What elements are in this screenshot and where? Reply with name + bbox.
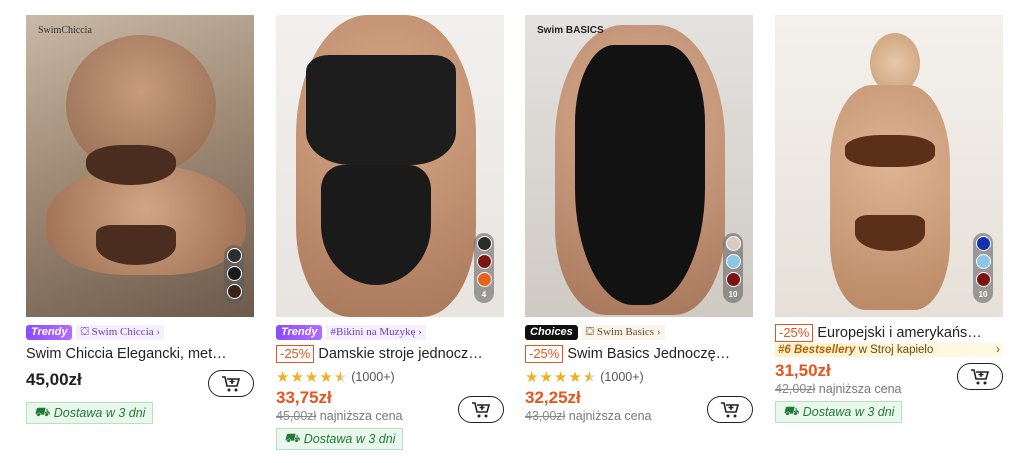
color-swatch[interactable] xyxy=(975,272,991,287)
product-title[interactable]: Swim Basics Jednoczę… xyxy=(567,346,730,362)
star-half-icon: ★ xyxy=(333,368,348,386)
lowest-price-label: najniższa cena xyxy=(568,409,652,423)
delivery-badge: ⛟ Dostawa w 3 dni xyxy=(26,402,154,424)
price: 45,00zł xyxy=(26,370,82,389)
lowest-price-label: najniższa cena xyxy=(319,409,403,423)
rating: ★ ★ ★ ★ ★ (1000+) xyxy=(525,369,753,385)
discount-badge: -25% xyxy=(525,345,564,363)
color-swatch[interactable] xyxy=(476,236,492,251)
star-icon: ★ xyxy=(319,368,333,386)
store-link[interactable]: #Bikini na Muzykę › xyxy=(326,325,426,340)
old-price-row: 42,00zł najniższa cena xyxy=(775,382,902,396)
rating-count: (1000+) xyxy=(600,370,644,384)
delivery-badge: ⛟ Dostawa w 3 dni xyxy=(276,428,404,450)
image-brand-text: Swim BASICS xyxy=(537,25,604,36)
color-swatch[interactable] xyxy=(725,236,741,251)
add-to-cart-icon xyxy=(721,401,740,417)
add-to-cart-button[interactable] xyxy=(707,396,753,423)
color-swatch[interactable] xyxy=(226,248,242,263)
swatch-count: 4 xyxy=(481,290,487,299)
product-card[interactable]: Swim BASICS 10 Choices ⛋ Swim Basics › -… xyxy=(525,15,753,423)
add-to-cart-button[interactable] xyxy=(208,370,254,397)
color-swatch[interactable] xyxy=(725,272,741,287)
product-title[interactable]: Europejski i amerykańs… xyxy=(817,325,981,341)
star-half-icon: ★ xyxy=(582,368,597,386)
color-swatch[interactable] xyxy=(476,254,492,269)
color-swatch[interactable] xyxy=(975,254,991,269)
bestseller-banner[interactable]: #6 Bestsellery w Stroj kapielo › xyxy=(775,343,1003,357)
truck-icon: ⛟ xyxy=(34,405,50,419)
color-swatches[interactable]: 10 xyxy=(723,233,743,303)
rating: ★ ★ ★ ★ ★ (1000+) xyxy=(276,369,504,385)
image-brand-text: SwimChiccia xyxy=(38,25,92,36)
color-swatches[interactable]: 10 xyxy=(973,233,993,303)
product-image[interactable]: 4 xyxy=(276,15,504,317)
store-name: Swim Basics xyxy=(596,326,655,338)
chevron-right-icon: › xyxy=(156,326,161,338)
star-icon: ★ xyxy=(553,368,568,386)
bestseller-category: w Stroj kapielo xyxy=(858,344,934,356)
old-price: 45,00zł xyxy=(276,409,317,423)
old-price-row: 45,00zł najniższa cena xyxy=(276,409,403,423)
star-icon: ★ xyxy=(525,368,539,386)
add-to-cart-button[interactable] xyxy=(458,396,504,423)
swatch-count: 10 xyxy=(978,290,988,299)
chevron-right-icon: › xyxy=(418,326,422,338)
old-price: 43,00zł xyxy=(525,409,566,423)
star-icon: ★ xyxy=(276,368,290,386)
star-icon: ★ xyxy=(568,368,582,386)
color-swatch[interactable] xyxy=(975,236,991,251)
star-icon: ★ xyxy=(539,368,553,386)
chevron-right-icon: › xyxy=(656,326,661,338)
old-price: 42,00zł xyxy=(775,382,816,396)
add-to-cart-button[interactable] xyxy=(957,363,1003,390)
delivery-text: Dostawa w 3 dni xyxy=(303,432,396,446)
store-name: Swim Chiccia xyxy=(91,326,154,338)
color-swatches[interactable]: 4 xyxy=(474,233,494,303)
add-to-cart-icon xyxy=(971,368,990,384)
store-icon: ⛋ xyxy=(585,326,595,338)
delivery-text: Dostawa w 3 dni xyxy=(53,406,146,420)
add-to-cart-icon xyxy=(222,375,241,391)
truck-icon: ⛟ xyxy=(284,431,300,445)
store-name: #Bikini na Muzykę xyxy=(330,326,416,338)
trendy-badge: Trendy xyxy=(26,325,73,340)
star-icon: ★ xyxy=(304,368,319,386)
trendy-badge: Trendy xyxy=(276,325,323,340)
color-swatch[interactable] xyxy=(226,284,242,299)
old-price-row: 43,00zł najniższa cena xyxy=(525,409,652,423)
store-link[interactable]: ⛋ Swim Basics › xyxy=(581,325,665,340)
sale-price: 33,75zł xyxy=(276,388,332,407)
product-title[interactable]: Damskie stroje jednocz… xyxy=(318,346,482,362)
rating-count: (1000+) xyxy=(351,370,395,384)
color-swatches[interactable] xyxy=(224,245,244,303)
swatch-count: 10 xyxy=(728,290,738,299)
add-to-cart-icon xyxy=(472,401,491,417)
color-swatch[interactable] xyxy=(476,272,492,287)
product-card[interactable]: 10 -25% Europejski i amerykańs… #6 Bests… xyxy=(775,15,1003,423)
chevron-right-icon: › xyxy=(996,344,1000,356)
sale-price: 31,50zł xyxy=(775,361,831,380)
product-image[interactable]: 10 xyxy=(775,15,1003,317)
color-swatch[interactable] xyxy=(226,266,242,281)
color-swatch[interactable] xyxy=(725,254,741,269)
choices-badge: Choices xyxy=(525,325,578,340)
product-image[interactable]: SwimChiccia xyxy=(26,15,254,317)
store-icon: ⛋ xyxy=(80,326,89,338)
store-link[interactable]: ⛋ Swim Chiccia › xyxy=(76,325,165,340)
bestseller-rank: #6 Bestsellery xyxy=(778,344,856,356)
sale-price: 32,25zł xyxy=(525,388,581,407)
delivery-text: Dostawa w 3 dni xyxy=(802,405,895,419)
star-icon: ★ xyxy=(290,368,304,386)
truck-icon: ⛟ xyxy=(783,404,799,418)
discount-badge: -25% xyxy=(276,345,315,363)
discount-badge: -25% xyxy=(775,324,814,342)
product-title[interactable]: Swim Chiccia Elegancki, met… xyxy=(26,346,227,362)
delivery-badge: ⛟ Dostawa w 3 dni xyxy=(775,401,903,423)
product-image[interactable]: Swim BASICS 10 xyxy=(525,15,753,317)
lowest-price-label: najniższa cena xyxy=(818,382,902,396)
product-card[interactable]: SwimChiccia Trendy ⛋ Swim Chiccia › Swim… xyxy=(26,15,254,424)
product-card[interactable]: 4 Trendy #Bikini na Muzykę › -25% Damski… xyxy=(276,15,504,450)
